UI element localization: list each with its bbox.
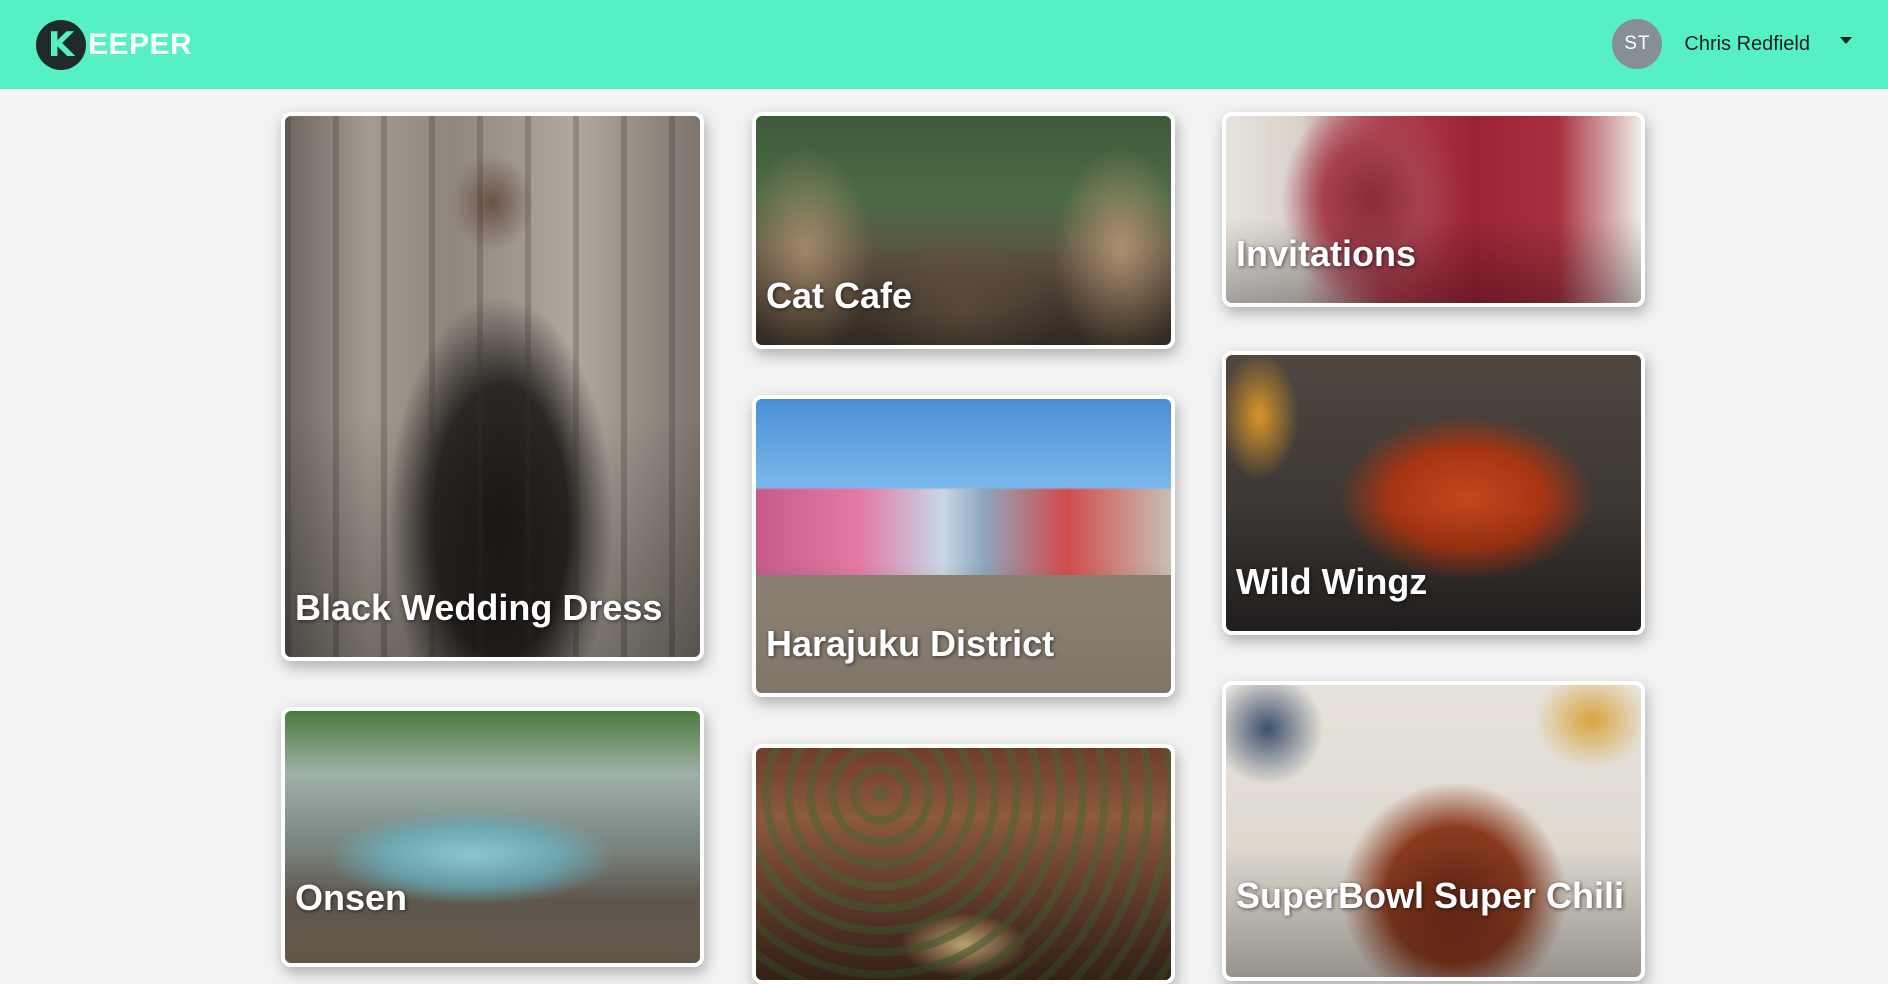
keep-card[interactable]: Cat Cafe [752, 112, 1175, 349]
keep-title: Wild Wingz [1236, 561, 1428, 602]
keep-card[interactable]: Wild Wingz [1222, 351, 1645, 635]
keep-title: Onsen [295, 877, 408, 918]
keeps-grid: Black Wedding Dress Cat Cafe Invitations… [0, 0, 1888, 984]
keep-card[interactable]: Black Wedding Dress [281, 112, 704, 661]
keep-title: Harajuku District [766, 623, 1055, 664]
keep-title: SuperBowl Super Chili [1236, 875, 1625, 916]
keep-title: Cat Cafe [766, 275, 913, 316]
keep-card[interactable]: Onsen [281, 707, 704, 967]
keep-card[interactable]: Harajuku District [752, 395, 1175, 697]
keep-card[interactable]: SuperBowl Super Chili [1222, 681, 1645, 981]
keep-title: Invitations [1236, 233, 1417, 274]
keep-card[interactable] [752, 744, 1175, 984]
keep-title: Black Wedding Dress [295, 587, 663, 628]
keep-card[interactable]: Invitations [1222, 112, 1645, 307]
